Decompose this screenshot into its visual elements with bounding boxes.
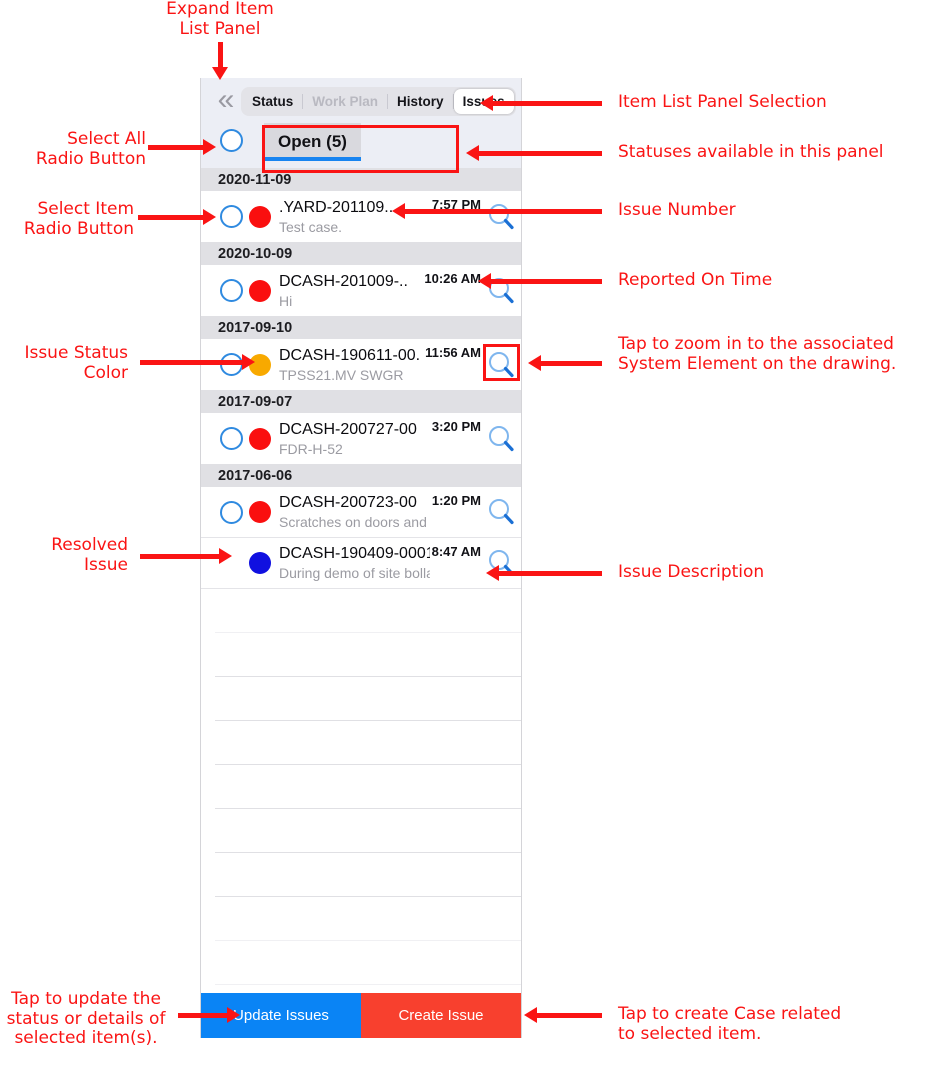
list-item[interactable]: DCASH-200727-00 FDR-H-52 3:20 PM	[201, 413, 521, 464]
annotation-arrow-create	[524, 1007, 602, 1023]
annotation-arrow-resolved	[140, 548, 232, 564]
reported-on-time: 1:20 PM	[431, 493, 481, 508]
empty-list-row	[215, 853, 521, 897]
date-group-header: 2017-06-06	[201, 464, 521, 487]
date-group-header: 2020-10-09	[201, 242, 521, 265]
issue-description: During demo of site bollards on x-lin...	[279, 565, 430, 581]
annotation-arrow-update	[178, 1007, 240, 1023]
select-item-radio-button[interactable]	[220, 500, 243, 524]
annotation-arrow-issue-description	[486, 565, 602, 581]
empty-list-area	[201, 589, 521, 985]
create-issue-button[interactable]: Create Issue	[361, 993, 521, 1038]
list-item[interactable]: DCASH-200723-00 Scratches on doors and si…	[201, 487, 521, 538]
list-item-text: DCASH-200727-00 FDR-H-52	[279, 420, 432, 458]
select-item-radio-button[interactable]	[220, 279, 243, 302]
screenshot-canvas: « Status Work Plan History Issues Open (…	[0, 0, 944, 1066]
tab-work-plan[interactable]: Work Plan	[303, 89, 387, 114]
issue-status-color-dot	[249, 552, 271, 574]
list-item-text: DCASH-190409-0001 During demo of site bol…	[279, 544, 432, 582]
annotation-arrow-select-item	[138, 209, 216, 225]
tab-status[interactable]: Status	[243, 89, 302, 114]
panel-footer: Update Issues Create Issue	[201, 993, 521, 1038]
reported-on-time: 10:26 AM	[424, 271, 481, 286]
issue-description: Scratches on doors and sides of...	[279, 514, 430, 530]
panel-tab-bar: Status Work Plan History Issues	[241, 87, 516, 116]
annotation-arrow-statuses	[466, 145, 602, 161]
empty-list-row	[215, 589, 521, 633]
annotation-expand-panel: Expand Item List Panel	[166, 0, 274, 39]
issue-number: DCASH-200723-00	[279, 494, 417, 511]
issue-description: FDR-H-52	[279, 440, 343, 457]
issue-status-color-dot	[249, 205, 271, 228]
issue-number: DCASH-190409-0001	[279, 545, 430, 562]
annotation-update-button: Tap to update the status or details of s…	[6, 989, 166, 1048]
issue-description: Hi	[279, 292, 293, 309]
annotation-arrow-expand	[212, 42, 228, 80]
highlight-box-status-tabs	[262, 125, 459, 173]
reported-on-time: 11:56 AM	[425, 345, 481, 360]
date-group-header: 2017-09-10	[201, 316, 521, 339]
double-chevron-left-icon[interactable]: «	[209, 85, 243, 116]
issue-status-color-dot	[249, 427, 271, 450]
annotation-issue-description: Issue Description	[618, 562, 765, 582]
annotation-create-button: Tap to create Case related to selected i…	[618, 1004, 842, 1044]
select-all-radio-button[interactable]	[220, 129, 243, 152]
annotation-arrow-select-all	[148, 139, 216, 155]
issue-number: DCASH-200727-00	[279, 420, 417, 438]
item-list-panel: « Status Work Plan History Issues Open (…	[200, 78, 522, 1038]
reported-on-time: 3:20 PM	[431, 419, 481, 434]
list-item-text: DCASH-200723-00 Scratches on doors and si…	[279, 493, 432, 531]
annotation-issue-status-color: Issue Status Color	[24, 343, 128, 383]
select-item-radio-button[interactable]	[220, 205, 243, 228]
empty-list-row	[215, 941, 521, 985]
issue-description: TPSS21.MV SWGR	[279, 366, 404, 383]
annotation-resolved-issue: Resolved Issue	[51, 535, 128, 575]
empty-list-row	[215, 897, 521, 941]
list-item[interactable]: DCASH-201009-.. Hi 10:26 AM	[201, 265, 521, 316]
issue-number: DCASH-190611-00.	[279, 346, 421, 364]
annotation-select-item: Select Item Radio Button	[23, 199, 134, 239]
highlight-box-magnifier	[483, 344, 520, 381]
reported-on-time: 8:47 AM	[431, 544, 481, 559]
issue-description: Test case.	[279, 218, 343, 235]
date-group-header: 2017-09-07	[201, 390, 521, 413]
list-item-text: DCASH-190611-00. TPSS21.MV SWGR	[279, 346, 425, 384]
empty-list-row	[215, 809, 521, 853]
annotation-panel-selection: Item List Panel Selection	[618, 92, 827, 112]
annotation-statuses: Statuses available in this panel	[618, 142, 884, 162]
annotation-arrow-zoom	[528, 355, 602, 371]
magnifier-icon[interactable]	[485, 423, 517, 455]
tab-history[interactable]: History	[388, 89, 453, 114]
annotation-reported-on-time: Reported On Time	[618, 270, 773, 290]
magnifier-icon[interactable]	[485, 496, 517, 528]
annotation-issue-number: Issue Number	[618, 200, 736, 220]
empty-list-row	[215, 765, 521, 809]
issue-status-color-dot	[249, 279, 271, 302]
list-item[interactable]: DCASH-190409-0001 During demo of site bol…	[201, 538, 521, 589]
empty-list-row	[215, 633, 521, 677]
empty-list-row	[215, 677, 521, 721]
list-item-text: DCASH-201009-.. Hi	[279, 272, 424, 310]
empty-list-row	[215, 721, 521, 765]
issue-status-color-dot	[249, 501, 271, 523]
issue-list[interactable]: 2020-11-09 .YARD-201109... Test case. 7:57 …	[201, 168, 521, 589]
annotation-zoom-hint: Tap to zoom in to the associated System …	[618, 334, 897, 374]
annotation-arrow-issue-number	[392, 203, 602, 219]
annotation-arrow-reported-time	[478, 273, 602, 289]
annotation-arrow-status-color	[140, 354, 255, 370]
annotation-arrow-panel-selection	[480, 95, 602, 111]
select-item-radio-button[interactable]	[220, 427, 243, 450]
annotation-select-all: Select All Radio Button	[35, 129, 146, 169]
issue-number: DCASH-201009-..	[279, 272, 408, 290]
